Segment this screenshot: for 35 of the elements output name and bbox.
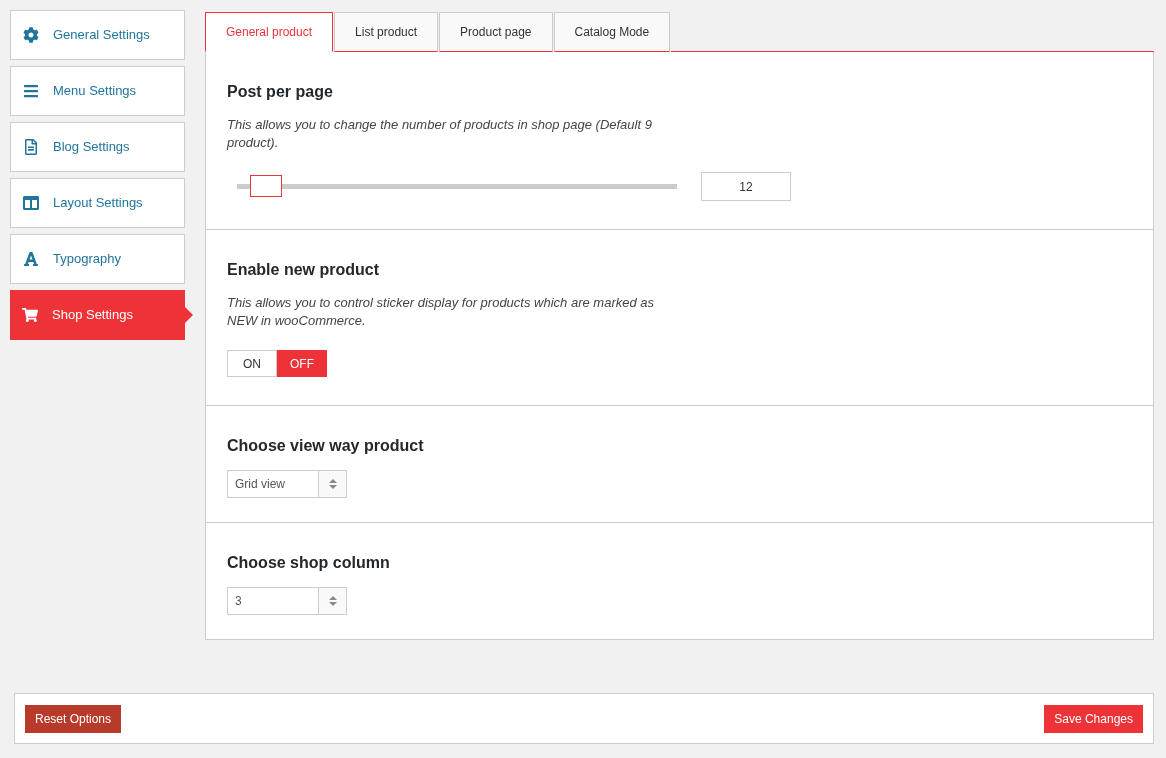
save-button[interactable]: Save Changes bbox=[1044, 704, 1143, 733]
section-title: Enable new product bbox=[227, 260, 380, 280]
toggle-option[interactable]: OFF bbox=[277, 350, 327, 377]
letter-icon bbox=[23, 251, 39, 267]
section-title: Post per page bbox=[227, 82, 334, 102]
reset-button[interactable]: Reset Options bbox=[25, 704, 122, 733]
sort-arrows-icon bbox=[328, 479, 337, 489]
tab[interactable]: Product page bbox=[439, 12, 553, 52]
tab[interactable]: List product bbox=[334, 12, 439, 52]
toggle-option[interactable]: ON bbox=[227, 350, 277, 377]
sidebar-item[interactable]: Menu Settings bbox=[10, 66, 185, 116]
gear-icon bbox=[23, 27, 39, 43]
section-description: This allows you to change the number of products in shop page (Default 9 product). bbox=[227, 116, 653, 152]
sidebar-item[interactable]: General Settings bbox=[10, 10, 185, 60]
tab[interactable]: Catalog Mode bbox=[553, 12, 671, 52]
select-value: 3 bbox=[234, 593, 243, 610]
slider-thumb[interactable] bbox=[250, 175, 283, 197]
document-icon bbox=[23, 139, 39, 155]
sidebar-item[interactable]: Typography bbox=[10, 234, 185, 284]
columns-icon bbox=[23, 195, 39, 211]
section-title: Choose shop column bbox=[227, 553, 391, 573]
select-field[interactable]: Grid view bbox=[227, 470, 347, 498]
section-title: Choose view way product bbox=[227, 436, 425, 456]
sidebar-item[interactable]: Blog Settings bbox=[10, 122, 185, 172]
select-field[interactable]: 3 bbox=[227, 587, 347, 615]
pointer-arrow-icon bbox=[185, 307, 193, 323]
section-description: This allows you to control sticker display for products which are marked as NEW in wooCommerce. bbox=[227, 294, 655, 330]
select-value: Grid view bbox=[234, 476, 286, 493]
sort-arrows-icon bbox=[328, 596, 337, 606]
sidebar-item[interactable]: Layout Settings bbox=[10, 178, 185, 228]
menu-icon bbox=[23, 83, 39, 99]
cart-icon bbox=[22, 307, 38, 323]
sidebar-item[interactable]: Shop Settings bbox=[10, 290, 185, 340]
tab[interactable]: General product bbox=[205, 12, 334, 52]
number-field[interactable]: 12 bbox=[701, 172, 791, 201]
